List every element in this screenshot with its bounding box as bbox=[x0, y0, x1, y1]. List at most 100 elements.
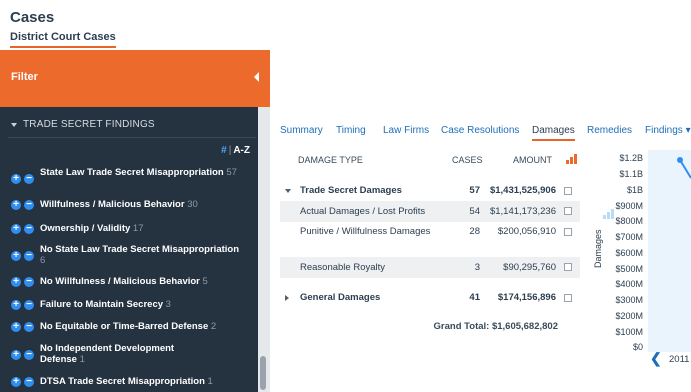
amount-cell: $1,141,173,236 bbox=[489, 206, 556, 217]
finding-label: State Law Trade Secret Misappropriation … bbox=[40, 167, 237, 178]
sort-by-count-button[interactable]: # bbox=[221, 145, 227, 156]
finding-item[interactable]: + − Failure to Maintain Secrecy 3 bbox=[0, 299, 256, 311]
sidebar-scrollbar[interactable] bbox=[258, 107, 270, 392]
y-tick-label: $400M bbox=[615, 279, 643, 289]
cases-cell: 54 bbox=[469, 206, 480, 217]
table-row[interactable]: Actual Damages / Lost Profits 54 $1,141,… bbox=[280, 201, 580, 222]
finding-item[interactable]: + − No Willfulness / Malicious Behavior … bbox=[0, 276, 256, 288]
table-row[interactable]: Punitive / Willfulness Damages 28 $200,0… bbox=[280, 223, 580, 241]
include-plus-icon[interactable]: + bbox=[11, 300, 21, 310]
row-checkbox[interactable] bbox=[564, 294, 572, 302]
amount-cell: $200,056,910 bbox=[497, 226, 556, 237]
finding-label: No Equitable or Time-Barred Defense 2 bbox=[40, 321, 217, 332]
finding-item[interactable]: + − Willfulness / Malicious Behavior 30 bbox=[0, 199, 256, 211]
tab-case-resolutions[interactable]: Case Resolutions bbox=[441, 125, 519, 136]
include-plus-icon[interactable]: + bbox=[11, 350, 21, 360]
y-tick-label: $0 bbox=[632, 342, 643, 352]
tab-summary[interactable]: Summary bbox=[280, 125, 323, 136]
include-plus-icon[interactable]: + bbox=[11, 377, 21, 387]
y-tick-label: $1.2B bbox=[619, 153, 643, 163]
finding-item[interactable]: + − No State Law Trade Secret Misappropr… bbox=[0, 244, 256, 268]
cases-cell: 28 bbox=[469, 226, 480, 237]
y-tick-label: $600M bbox=[615, 248, 643, 258]
damage-type-cell: Reasonable Royalty bbox=[300, 262, 386, 273]
tab-law-firms[interactable]: Law Firms bbox=[383, 125, 429, 136]
tab-remedies[interactable]: Remedies bbox=[587, 125, 632, 136]
x-axis-year-label: 2011 bbox=[669, 354, 690, 365]
finding-label: DTSA Trade Secret Misappropriation 1 bbox=[40, 376, 213, 387]
row-checkbox[interactable] bbox=[564, 207, 572, 215]
include-plus-icon[interactable]: + bbox=[11, 224, 21, 234]
finding-label: Failure to Maintain Secrecy 3 bbox=[40, 299, 171, 310]
filter-sidebar: TRADE SECRET FINDINGS # | A-Z + − State La… bbox=[0, 107, 270, 392]
damage-type-cell: Punitive / Willfulness Damages bbox=[300, 226, 431, 237]
sort-separator: | bbox=[228, 145, 232, 156]
include-plus-icon[interactable]: + bbox=[11, 277, 21, 287]
tab-timing[interactable]: Timing bbox=[336, 125, 366, 136]
scrollbar-thumb[interactable] bbox=[260, 356, 266, 390]
exclude-minus-icon[interactable]: − bbox=[24, 322, 34, 332]
y-tick-label: $700M bbox=[615, 232, 643, 242]
finding-label: Willfulness / Malicious Behavior 30 bbox=[40, 199, 198, 210]
cases-cell: 3 bbox=[474, 262, 480, 273]
divider bbox=[8, 137, 256, 138]
include-plus-icon[interactable]: + bbox=[11, 322, 21, 332]
collapse-left-icon[interactable] bbox=[254, 72, 259, 82]
prev-period-arrow-icon[interactable]: ❮ bbox=[650, 350, 662, 367]
trade-secret-findings-header[interactable]: TRADE SECRET FINDINGS bbox=[0, 113, 270, 137]
finding-item[interactable]: + − State Law Trade Secret Misappropriat… bbox=[0, 167, 256, 191]
finding-item[interactable]: + − No Independent Development Defense 1 bbox=[0, 343, 256, 367]
damages-chart: Damages $1.2B $1.1B $1B $900M $800M $700… bbox=[590, 150, 691, 392]
finding-label: No Independent Development Defense 1 bbox=[40, 343, 175, 365]
row-checkbox[interactable] bbox=[564, 228, 572, 236]
table-row[interactable]: Reasonable Royalty 3 $90,295,760 bbox=[280, 257, 580, 278]
damage-type-cell: General Damages bbox=[300, 292, 381, 303]
expand-collapse-icon[interactable] bbox=[285, 295, 289, 301]
finding-item[interactable]: + − DTSA Trade Secret Misappropriation 1 bbox=[0, 376, 256, 388]
y-tick-label: $500M bbox=[615, 264, 643, 274]
chart-toggle-icon[interactable] bbox=[566, 154, 578, 164]
finding-label: No State Law Trade Secret Misappropriati… bbox=[40, 244, 240, 266]
filter-bar[interactable]: Filter bbox=[0, 50, 270, 107]
y-tick-label: $1B bbox=[626, 185, 643, 195]
tab-district-court-cases[interactable]: District Court Cases bbox=[10, 31, 116, 48]
column-header-cases[interactable]: CASES bbox=[452, 155, 483, 165]
y-tick-label: $1.1B bbox=[619, 169, 643, 179]
table-row[interactable]: Trade Secret Damages 57 $1,431,525,906 bbox=[280, 184, 580, 198]
sort-controls: # | A-Z bbox=[221, 145, 250, 156]
finding-item[interactable]: + − No Equitable or Time-Barred Defense … bbox=[0, 321, 256, 333]
exclude-minus-icon[interactable]: − bbox=[24, 200, 34, 210]
chart-series-line bbox=[677, 157, 691, 179]
exclude-minus-icon[interactable]: − bbox=[24, 300, 34, 310]
bar-chart-icon bbox=[603, 207, 615, 219]
row-checkbox[interactable] bbox=[564, 187, 572, 195]
include-plus-icon[interactable]: + bbox=[11, 200, 21, 210]
data-point bbox=[677, 157, 683, 163]
y-tick-label: $300M bbox=[615, 295, 643, 305]
sort-az-button[interactable]: A-Z bbox=[233, 145, 250, 156]
amount-cell: $174,156,896 bbox=[497, 292, 556, 303]
include-plus-icon[interactable]: + bbox=[11, 174, 21, 184]
finding-label: Ownership / Validity 17 bbox=[40, 223, 144, 234]
y-tick-label: $200M bbox=[615, 311, 643, 321]
exclude-minus-icon[interactable]: − bbox=[24, 174, 34, 184]
column-header-amount[interactable]: AMOUNT bbox=[513, 155, 552, 165]
tab-findings[interactable]: Findings ▾ bbox=[645, 125, 691, 136]
include-plus-icon[interactable]: + bbox=[11, 251, 21, 261]
exclude-minus-icon[interactable]: − bbox=[24, 224, 34, 234]
damage-type-cell: Trade Secret Damages bbox=[300, 185, 402, 196]
exclude-minus-icon[interactable]: − bbox=[24, 377, 34, 387]
exclude-minus-icon[interactable]: − bbox=[24, 277, 34, 287]
y-tick-label: $900M bbox=[615, 201, 643, 211]
exclude-minus-icon[interactable]: − bbox=[24, 350, 34, 360]
y-axis-label: Damages bbox=[593, 229, 603, 268]
row-checkbox[interactable] bbox=[564, 263, 572, 271]
exclude-minus-icon[interactable]: − bbox=[24, 251, 34, 261]
finding-item[interactable]: + − Ownership / Validity 17 bbox=[0, 223, 256, 235]
section-title: TRADE SECRET FINDINGS bbox=[23, 119, 155, 130]
column-header-damage-type[interactable]: DAMAGE TYPE bbox=[298, 155, 363, 165]
expand-collapse-icon[interactable] bbox=[285, 189, 291, 193]
cases-cell: 41 bbox=[469, 292, 480, 303]
tab-damages[interactable]: Damages bbox=[532, 125, 575, 141]
table-row[interactable]: General Damages 41 $174,156,896 bbox=[280, 291, 580, 305]
